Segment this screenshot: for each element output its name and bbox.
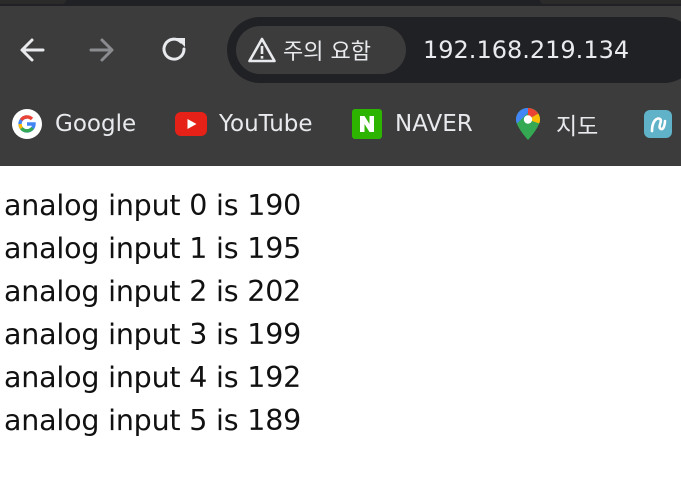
bookmarks-bar: Google YouTube NAVER 지도 xyxy=(0,92,681,166)
security-label: 주의 요함 xyxy=(283,40,371,65)
forward-arrow-icon xyxy=(87,35,117,65)
tab-left[interactable] xyxy=(0,0,66,4)
bookmark-naver[interactable]: NAVER xyxy=(351,106,473,142)
url-text[interactable]: 192.168.219.134 xyxy=(423,17,629,83)
bookmark-label: NAVER xyxy=(395,111,473,137)
bookmark-maps[interactable]: 지도 xyxy=(512,106,598,142)
back-button[interactable] xyxy=(16,34,48,66)
analog-reading-line: analog input 0 is 190 xyxy=(4,189,302,222)
bookmark-google[interactable]: Google xyxy=(11,106,136,142)
naver-icon xyxy=(351,108,383,140)
page-content: analog input 0 is 190 analog input 1 is … xyxy=(4,184,674,442)
warning-triangle-icon xyxy=(247,35,277,65)
reload-icon xyxy=(160,35,190,65)
toolbar: 주의 요함 192.168.219.134 xyxy=(0,6,681,92)
bookmark-label: 지도 xyxy=(556,114,599,140)
bookmark-label: Google xyxy=(55,111,137,137)
youtube-icon xyxy=(175,108,207,140)
forward-button[interactable] xyxy=(86,34,118,66)
analog-reading-line: analog input 4 is 192 xyxy=(4,361,302,394)
bookmark-extra[interactable] xyxy=(642,106,674,142)
analog-reading-line: analog input 3 is 199 xyxy=(4,318,302,351)
maps-pin-icon xyxy=(512,108,544,140)
address-bar[interactable]: 주의 요함 192.168.219.134 xyxy=(227,17,681,83)
browser-chrome: 주의 요함 192.168.219.134 Google YouTube NAV… xyxy=(0,0,681,166)
bookmark-youtube[interactable]: YouTube xyxy=(175,106,313,142)
analog-reading-line: analog input 2 is 202 xyxy=(4,275,302,308)
reload-button[interactable] xyxy=(159,34,191,66)
analog-reading-line: analog input 1 is 195 xyxy=(4,232,302,265)
back-arrow-icon xyxy=(17,35,47,65)
extra-bookmark-icon xyxy=(642,108,674,140)
security-chip[interactable]: 주의 요함 xyxy=(236,26,406,74)
google-icon xyxy=(11,108,43,140)
tab-right[interactable] xyxy=(540,0,681,4)
analog-reading-line: analog input 5 is 189 xyxy=(4,404,302,437)
bookmark-label: YouTube xyxy=(219,111,313,137)
